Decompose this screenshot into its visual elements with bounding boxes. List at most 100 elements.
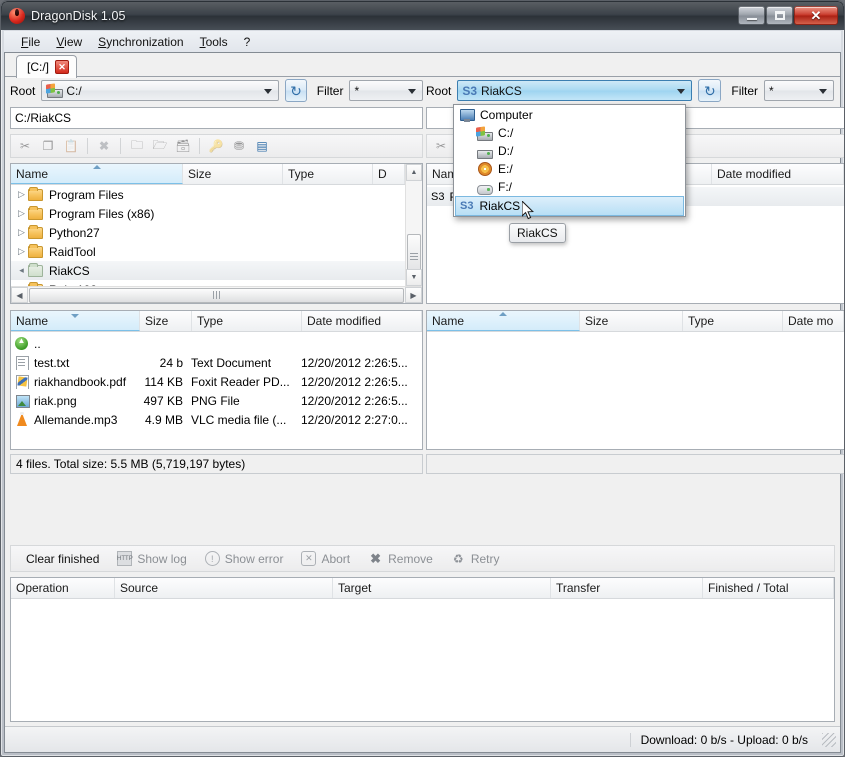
column-transfer[interactable]: Transfer bbox=[551, 578, 703, 598]
transfer-list[interactable]: Operation Source Target Transfer Finishe… bbox=[10, 577, 835, 722]
menu-view[interactable]: View bbox=[48, 33, 90, 51]
column-date-modified[interactable]: Date mo bbox=[783, 311, 844, 331]
column-operation[interactable]: Operation bbox=[11, 578, 115, 598]
left-file-list[interactable]: Name Size Type Date modified .. test.txt bbox=[10, 310, 423, 450]
copy-icon[interactable]: ❐ bbox=[38, 137, 58, 155]
properties-icon[interactable]: 🔑 bbox=[206, 137, 226, 155]
column-size[interactable]: Size bbox=[183, 164, 283, 184]
left-tree-vscrollbar[interactable]: ▲ ▼ bbox=[405, 164, 422, 286]
column-type[interactable]: Type bbox=[192, 311, 302, 331]
expander-icon[interactable]: ▷ bbox=[15, 208, 28, 219]
table-row[interactable]: ▷Python27 bbox=[11, 223, 405, 242]
dropdown-item-label: F:/ bbox=[498, 180, 512, 194]
column-finished-total[interactable]: Finished / Total bbox=[703, 578, 834, 598]
list-item[interactable]: .. bbox=[11, 334, 422, 353]
txt-file-icon bbox=[15, 355, 29, 370]
upload-icon[interactable]: 🗃 bbox=[173, 137, 193, 155]
dropdown-item-label: D:/ bbox=[498, 144, 513, 158]
clear-finished-button[interactable]: Clear finished bbox=[19, 550, 106, 568]
left-refresh-button[interactable]: ↻ bbox=[285, 79, 307, 102]
column-type[interactable]: Type bbox=[283, 164, 373, 184]
delete-icon[interactable]: ✖ bbox=[94, 137, 114, 155]
column-date-modified[interactable]: Date modified bbox=[712, 164, 844, 184]
dropdown-item-c-drive[interactable]: C:/ bbox=[454, 124, 685, 142]
chevron-down-icon bbox=[264, 89, 272, 94]
dropdown-item-computer[interactable]: Computer bbox=[454, 106, 685, 124]
root-dropdown-popup[interactable]: Computer C:/ D:/ E:/ F:/ S3 RiakCS bbox=[453, 104, 686, 217]
scroll-thumb-h[interactable] bbox=[29, 288, 404, 303]
menu-tools[interactable]: Tools bbox=[192, 33, 236, 51]
tab-close-icon[interactable]: ✕ bbox=[55, 60, 69, 74]
right-file-list[interactable]: Name Size Type Date mo bbox=[426, 310, 845, 450]
new-tab-icon[interactable]: ▤ bbox=[252, 137, 272, 155]
folder-icon bbox=[28, 246, 43, 258]
right-root-combo[interactable]: S3 RiakCS bbox=[457, 80, 692, 101]
dropdown-item-f-drive[interactable]: F:/ bbox=[454, 178, 685, 196]
list-item[interactable]: riak.png 497 KB PNG File 12/20/2012 2:26… bbox=[11, 391, 422, 410]
transfer-header: Operation Source Target Transfer Finishe… bbox=[11, 578, 834, 599]
list-item[interactable]: riakhandbook.pdf 114 KB Foxit Reader PD.… bbox=[11, 372, 422, 391]
table-row[interactable]: ▷RaidTool bbox=[11, 242, 405, 261]
table-row[interactable]: ▷Program Files bbox=[11, 185, 405, 204]
dropdown-item-riakcs[interactable]: S3 RiakCS bbox=[455, 196, 684, 216]
left-tree[interactable]: Name Size Type D ▷Program Files ▷Program… bbox=[10, 163, 423, 304]
file-name: riak.png bbox=[34, 394, 77, 408]
cut-icon[interactable]: ✂ bbox=[15, 137, 35, 155]
column-name[interactable]: Name bbox=[427, 311, 580, 331]
menu-help[interactable]: ? bbox=[236, 33, 259, 51]
expander-icon[interactable]: ◂ bbox=[15, 265, 28, 276]
column-name[interactable]: Name bbox=[11, 164, 183, 184]
maximize-button[interactable] bbox=[766, 6, 793, 25]
expander-icon[interactable]: ▷ bbox=[15, 189, 28, 200]
retry-label: Retry bbox=[471, 552, 500, 566]
column-size[interactable]: Size bbox=[580, 311, 683, 331]
left-path-field[interactable]: C:/RiakCS bbox=[10, 107, 423, 129]
show-log-button[interactable]: HTTP Show log bbox=[110, 549, 193, 568]
png-file-icon bbox=[15, 393, 29, 408]
scroll-down-button[interactable]: ▼ bbox=[406, 269, 422, 286]
scroll-up-button[interactable]: ▲ bbox=[406, 164, 422, 181]
remove-button[interactable]: ✖ Remove bbox=[361, 549, 440, 568]
menu-synchronization[interactable]: Synchronization bbox=[90, 33, 191, 51]
table-row[interactable]: ▷Program Files (x86) bbox=[11, 204, 405, 223]
new-bucket-icon[interactable]: 🗁 bbox=[150, 137, 170, 155]
column-date-modified[interactable]: Date modified bbox=[302, 311, 422, 331]
scroll-left-button[interactable]: ◀ bbox=[11, 287, 28, 303]
dropdown-item-d-drive[interactable]: D:/ bbox=[454, 142, 685, 160]
list-item[interactable]: test.txt 24 b Text Document 12/20/2012 2… bbox=[11, 353, 422, 372]
list-item[interactable]: Allemande.mp3 4.9 MB VLC media file (...… bbox=[11, 410, 422, 429]
windows-drive-icon bbox=[476, 127, 492, 140]
scroll-right-button[interactable]: ▶ bbox=[405, 287, 422, 303]
menu-file[interactable]: File bbox=[13, 33, 48, 51]
column-date[interactable]: D bbox=[373, 164, 405, 184]
dropdown-item-label: C:/ bbox=[498, 126, 513, 140]
left-filter-combo[interactable]: * bbox=[349, 80, 423, 101]
column-name[interactable]: Name bbox=[11, 311, 140, 331]
close-button[interactable]: ✕ bbox=[794, 6, 838, 25]
expander-icon[interactable]: ▷ bbox=[15, 227, 28, 238]
permissions-icon[interactable]: ⛃ bbox=[229, 137, 249, 155]
paste-icon[interactable]: 📋 bbox=[61, 137, 81, 155]
dropdown-item-e-drive[interactable]: E:/ bbox=[454, 160, 685, 178]
windows-drive-icon bbox=[46, 84, 62, 97]
minimize-button[interactable] bbox=[738, 6, 765, 25]
tab-c-drive[interactable]: [C:/] ✕ bbox=[16, 55, 77, 78]
table-row-selected[interactable]: ◂RiakCS bbox=[11, 261, 405, 280]
cut-icon[interactable]: ✂ bbox=[431, 137, 451, 155]
expander-icon[interactable]: ▷ bbox=[15, 246, 28, 257]
file-type: Text Document bbox=[191, 356, 301, 370]
new-folder-icon[interactable]: 🗀 bbox=[127, 137, 147, 155]
abort-button[interactable]: ✕ Abort bbox=[294, 549, 357, 568]
left-tree-hscrollbar[interactable]: ◀ ▶ bbox=[11, 286, 422, 303]
left-pane: Root C:/ ↻ Filter * C:/RiakCS ✂ ❐ bbox=[10, 79, 423, 474]
right-refresh-button[interactable]: ↻ bbox=[698, 79, 721, 102]
column-type[interactable]: Type bbox=[683, 311, 783, 331]
column-source[interactable]: Source bbox=[115, 578, 333, 598]
column-target[interactable]: Target bbox=[333, 578, 551, 598]
resize-grip[interactable] bbox=[822, 733, 836, 747]
show-error-button[interactable]: ! Show error bbox=[198, 549, 291, 568]
column-size[interactable]: Size bbox=[140, 311, 192, 331]
right-filter-combo[interactable]: * bbox=[764, 80, 834, 101]
left-root-combo[interactable]: C:/ bbox=[41, 80, 279, 101]
retry-button[interactable]: ♻ Retry bbox=[444, 549, 507, 568]
